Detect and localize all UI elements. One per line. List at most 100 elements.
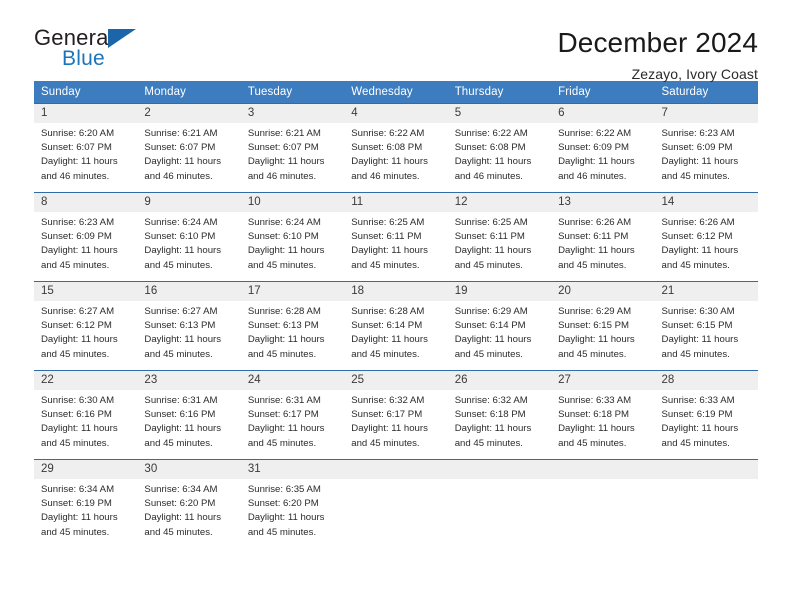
daylight-duration-line2: and 45 minutes. [144,437,213,449]
weekday-header-friday: Friday [551,81,655,104]
daylight-duration-line1: Daylight: 11 hours [41,156,118,168]
calendar-day-cell[interactable]: 10 Sunrise: 6:24 AM Sunset: 6:10 PM Dayligh… [240,192,345,282]
calendar-day-cell[interactable]: 4 Sunrise: 6:22 AM Sunset: 6:08 PM Daylight… [344,103,448,193]
calendar-page: General Blue December 2024 Zezayo, Ivory… [0,0,792,612]
daylight-duration-line1: Daylight: 11 hours [247,156,325,168]
sunset-time: Sunset: 6:08 PM [454,142,526,154]
sunrise-time: Sunrise: 6:25 AM [351,217,425,228]
day-details: Sunrise: 6:33 AM Sunset: 6:19 PM Daylight:… [655,390,758,451]
day-number: 9 [137,193,241,212]
weekday-header-wednesday: Wednesday [344,81,448,104]
calendar-day-cell[interactable]: 1 Sunrise: 6:20 AM Sunset: 6:07 PM Daylight… [34,103,138,193]
sunrise-time: Sunrise: 6:21 AM [247,128,321,139]
month-calendar-table: Sunday Monday Tuesday Wednesday Thursday… [34,81,758,549]
calendar-day-cell[interactable]: 24 Sunrise: 6:31 AM Sunset: 6:17 PM Dayligh… [240,370,345,460]
calendar-day-cell[interactable]: 7 Sunrise: 6:23 AM Sunset: 6:09 PM Daylight… [654,103,758,193]
day-number: 23 [137,371,241,390]
sunset-time: Sunset: 6:07 PM [41,142,112,154]
calendar-day-cell[interactable]: 9 Sunrise: 6:24 AM Sunset: 6:10 PM Daylight… [137,192,241,282]
day-details: Sunrise: 6:34 AM Sunset: 6:19 PM Daylight:… [34,479,137,540]
calendar-day-cell[interactable]: 3 Sunrise: 6:21 AM Sunset: 6:07 PM Daylight… [240,103,345,193]
daylight-duration-line2: and 45 minutes. [558,437,627,449]
sunrise-time: Sunrise: 6:30 AM [661,306,735,317]
day-details: Sunrise: 6:20 AM Sunset: 6:07 PM Daylight:… [34,123,137,184]
day-number: 12 [447,193,552,212]
sunrise-time: Sunrise: 6:29 AM [454,306,528,317]
calendar-day-cell[interactable]: 15 Sunrise: 6:27 AM Sunset: 6:12 PM Dayligh… [34,281,138,371]
daylight-duration-line2: and 45 minutes. [351,259,420,271]
calendar-day-cell[interactable]: 21 Sunrise: 6:30 AM Sunset: 6:15 PM Dayligh… [654,281,758,371]
calendar-day-cell[interactable]: 30 Sunrise: 6:34 AM Sunset: 6:20 PM Dayligh… [137,459,241,549]
daylight-duration-line1: Daylight: 11 hours [661,156,739,168]
calendar-day-cell[interactable]: 12 Sunrise: 6:25 AM Sunset: 6:11 PM Dayligh… [447,192,552,282]
sunrise-time: Sunrise: 6:26 AM [661,217,735,228]
daylight-duration-line1: Daylight: 11 hours [661,423,739,435]
weekday-header-tuesday: Tuesday [240,81,345,104]
calendar-day-cell[interactable]: 28 Sunrise: 6:33 AM Sunset: 6:19 PM Dayligh… [654,370,758,460]
daylight-duration-line2: and 45 minutes. [41,437,110,449]
calendar-day-cell[interactable]: 6 Sunrise: 6:22 AM Sunset: 6:09 PM Daylight… [551,103,655,193]
calendar-day-cell[interactable]: 14 Sunrise: 6:26 AM Sunset: 6:12 PM Dayligh… [654,192,758,282]
day-details: Sunrise: 6:24 AM Sunset: 6:10 PM Daylight:… [137,212,240,273]
daylight-duration-line2: and 46 minutes. [558,170,627,182]
daylight-duration-line1: Daylight: 11 hours [351,423,428,435]
day-number: 10 [240,193,345,212]
day-details: Sunrise: 6:30 AM Sunset: 6:15 PM Daylight:… [655,301,758,362]
day-details: Sunrise: 6:29 AM Sunset: 6:15 PM Daylight:… [551,301,654,362]
day-number: 11 [344,193,448,212]
daylight-duration-line1: Daylight: 11 hours [454,245,532,257]
calendar-day-cell[interactable]: 22 Sunrise: 6:30 AM Sunset: 6:16 PM Dayligh… [34,370,138,460]
day-details: Sunrise: 6:22 AM Sunset: 6:08 PM Daylight:… [448,123,551,184]
sunrise-time: Sunrise: 6:32 AM [351,395,425,406]
daylight-duration-line2: and 45 minutes. [454,437,523,449]
general-blue-logo[interactable]: General Blue [34,27,154,77]
weekday-header-thursday: Thursday [447,81,552,104]
day-number: 24 [240,371,345,390]
day-details: Sunrise: 6:27 AM Sunset: 6:13 PM Daylight:… [137,301,240,362]
calendar-day-cell[interactable]: 18 Sunrise: 6:28 AM Sunset: 6:14 PM Dayligh… [344,281,448,371]
calendar-day-cell[interactable]: 13 Sunrise: 6:26 AM Sunset: 6:11 PM Dayligh… [551,192,655,282]
sunrise-time: Sunrise: 6:31 AM [144,395,218,406]
daylight-duration-line2: and 45 minutes. [144,348,213,360]
calendar-day-cell[interactable]: 25 Sunrise: 6:32 AM Sunset: 6:17 PM Dayligh… [344,370,448,460]
day-details: Sunrise: 6:28 AM Sunset: 6:13 PM Daylight:… [241,301,344,362]
sunrise-time: Sunrise: 6:23 AM [661,128,735,139]
sunrise-time: Sunrise: 6:33 AM [661,395,735,406]
calendar-day-cell[interactable]: 2 Sunrise: 6:21 AM Sunset: 6:07 PM Daylight… [137,103,241,193]
calendar-day-cell[interactable]: 31 Sunrise: 6:35 AM Sunset: 6:20 PM Dayligh… [240,459,345,549]
daylight-duration-line2: and 45 minutes. [247,526,317,538]
calendar-day-cell[interactable]: 16 Sunrise: 6:27 AM Sunset: 6:13 PM Dayligh… [137,281,241,371]
daylight-duration-line2: and 46 minutes. [454,170,523,182]
sunrise-time: Sunrise: 6:33 AM [558,395,632,406]
day-number: 25 [344,371,448,390]
sunset-time: Sunset: 6:08 PM [351,142,423,154]
calendar-day-cell[interactable]: 19 Sunrise: 6:29 AM Sunset: 6:14 PM Dayligh… [447,281,552,371]
calendar-day-cell[interactable]: 26 Sunrise: 6:32 AM Sunset: 6:18 PM Dayligh… [447,370,552,460]
calendar-day-cell[interactable]: 27 Sunrise: 6:33 AM Sunset: 6:18 PM Dayligh… [551,370,655,460]
calendar-day-cell[interactable]: 20 Sunrise: 6:29 AM Sunset: 6:15 PM Dayligh… [551,281,655,371]
calendar-day-cell[interactable]: 17 Sunrise: 6:28 AM Sunset: 6:13 PM Dayligh… [240,281,345,371]
calendar-day-cell[interactable]: 29 Sunrise: 6:34 AM Sunset: 6:19 PM Dayligh… [34,459,138,549]
daylight-duration-line1: Daylight: 11 hours [144,245,222,257]
daylight-duration-line1: Daylight: 11 hours [558,334,635,346]
sunrise-time: Sunrise: 6:34 AM [41,484,115,495]
day-number: 30 [137,460,241,479]
title-block: December 2024 Zezayo, Ivory Coast [557,27,758,83]
calendar-week-row: 15 Sunrise: 6:27 AM Sunset: 6:12 PM Dayligh… [34,281,758,371]
calendar-body: 1 Sunrise: 6:20 AM Sunset: 6:07 PM Daylight… [34,103,758,549]
calendar-day-cell[interactable]: 11 Sunrise: 6:25 AM Sunset: 6:11 PM Dayligh… [344,192,448,282]
sunrise-time: Sunrise: 6:31 AM [247,395,321,406]
daylight-duration-line1: Daylight: 11 hours [41,245,118,257]
day-number [654,460,758,479]
daylight-duration-line1: Daylight: 11 hours [661,334,739,346]
calendar-head: Sunday Monday Tuesday Wednesday Thursday… [34,81,758,104]
daylight-duration-line2: and 45 minutes. [41,259,110,271]
day-number: 22 [34,371,138,390]
sunrise-time: Sunrise: 6:27 AM [41,306,115,317]
day-number: 8 [34,193,138,212]
calendar-day-cell[interactable]: 8 Sunrise: 6:23 AM Sunset: 6:09 PM Daylight… [34,192,138,282]
calendar-day-cell[interactable]: 5 Sunrise: 6:22 AM Sunset: 6:08 PM Daylight… [447,103,552,193]
calendar-week-row: 29 Sunrise: 6:34 AM Sunset: 6:19 PM Dayligh… [34,459,758,549]
calendar-day-cell[interactable]: 23 Sunrise: 6:31 AM Sunset: 6:16 PM Dayligh… [137,370,241,460]
sunrise-time: Sunrise: 6:20 AM [41,128,115,139]
